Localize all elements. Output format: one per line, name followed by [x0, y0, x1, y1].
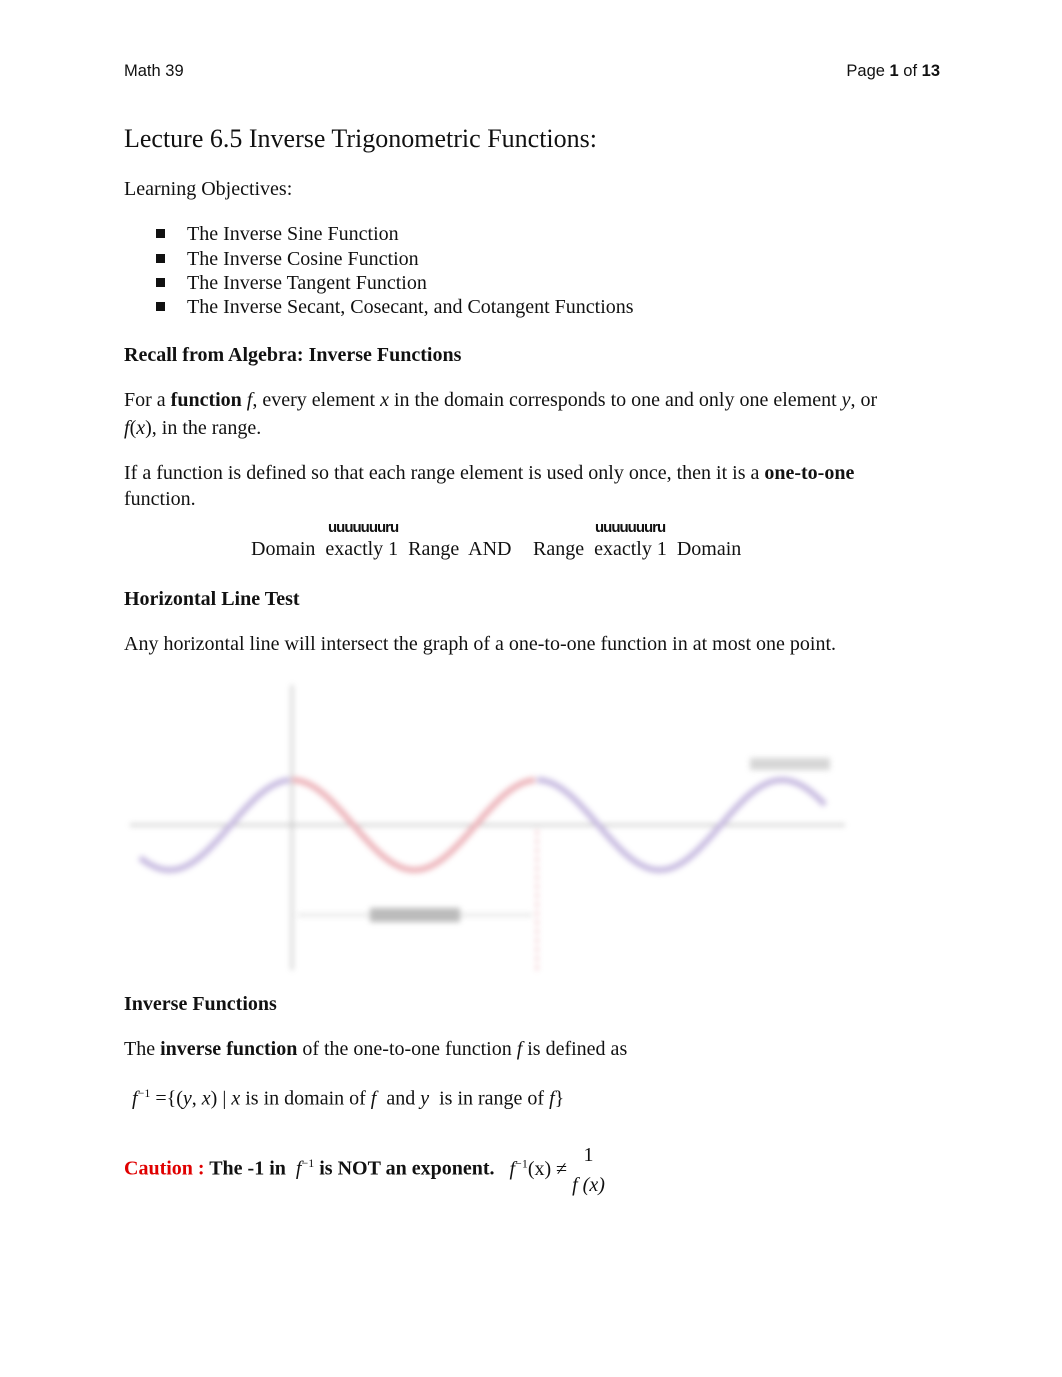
course-name: Math 39	[124, 62, 184, 80]
curve-label-blur	[750, 758, 830, 770]
page-total: 13	[921, 62, 940, 80]
hlt-heading: Horizontal Line Test	[124, 588, 300, 610]
objective-label: The Inverse Tangent Function	[187, 272, 427, 294]
one-to-one-line2: function.	[124, 488, 196, 510]
page-prefix: Page	[846, 62, 890, 80]
page-current: 1	[889, 62, 899, 80]
cosine-graph	[130, 685, 845, 970]
hlt-text: Any horizontal line will intersect the g…	[124, 633, 837, 655]
page-of: of	[898, 62, 922, 80]
inverse-formula: f−1 ={(y, x) | x is in domain of f and y…	[132, 1086, 565, 1110]
objective-label: The Inverse Sine Function	[187, 223, 399, 245]
bullet-icon	[156, 278, 165, 287]
bullet-icon	[156, 302, 165, 311]
inverse-heading: Inverse Functions	[124, 993, 277, 1015]
overbrace-right: uuuuuuuru	[595, 519, 666, 536]
objective-item: The Inverse Cosine Function	[156, 248, 419, 271]
objective-item: The Inverse Secant, Cosecant, and Cotang…	[156, 296, 634, 319]
fraction: 1f (x)	[572, 1144, 605, 1196]
caution-line: Caution : The -1 in f−1 is NOT an expone…	[124, 1140, 605, 1200]
recall-heading: Recall from Algebra: Inverse Functions	[124, 344, 462, 366]
caution-label: Caution :	[124, 1157, 205, 1180]
function-definition-line1: For a function f, every element x in the…	[124, 389, 878, 411]
objective-item: The Inverse Tangent Function	[156, 272, 427, 295]
overbrace-left: uuuuuuuru	[328, 519, 399, 536]
one-to-one-line1: If a function is defined so that each ra…	[124, 462, 855, 484]
page-title: Lecture 6.5 Inverse Trigonometric Functi…	[124, 124, 597, 153]
rule-left: Domain exactly 1 Range AND	[251, 538, 512, 560]
rule-right: Range exactly 1 Domain	[533, 538, 742, 560]
page-number: Page 1 of 13	[846, 62, 940, 81]
bullet-icon	[156, 254, 165, 263]
bullet-icon	[156, 229, 165, 238]
objective-label: The Inverse Secant, Cosecant, and Cotang…	[187, 296, 634, 318]
function-definition-line2: f(x), in the range.	[124, 417, 262, 439]
objective-label: The Inverse Cosine Function	[187, 248, 419, 270]
inverse-definition: The inverse function of the one-to-one f…	[124, 1038, 628, 1060]
objectives-heading: Learning Objectives:	[124, 178, 293, 200]
objective-item: The Inverse Sine Function	[156, 223, 399, 246]
domain-label-blur	[370, 908, 460, 922]
